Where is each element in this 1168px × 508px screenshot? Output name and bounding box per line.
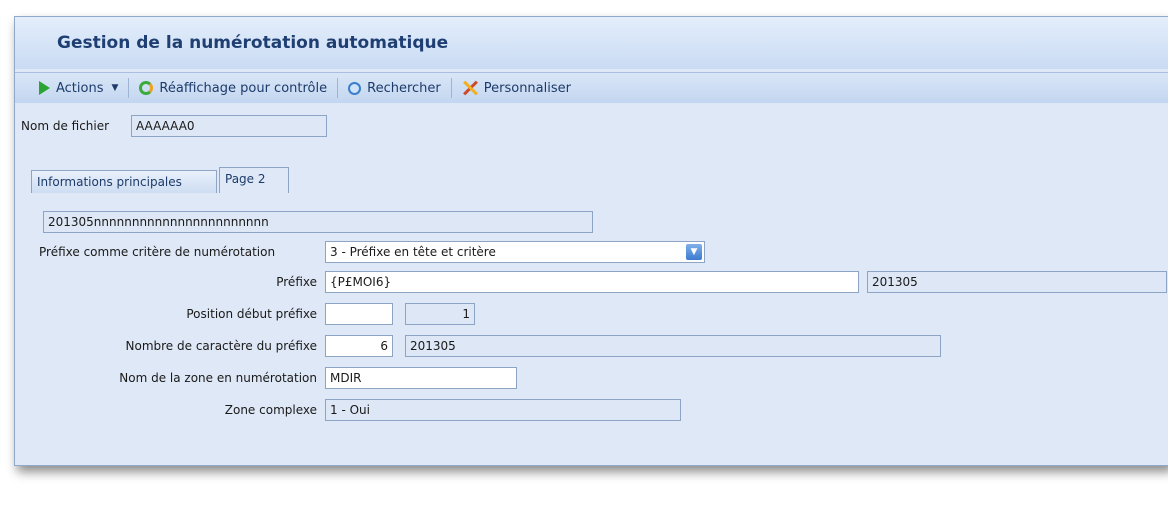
file-name-label: Nom de fichier: [21, 119, 110, 133]
app-window: Gestion de la numérotation automatique A…: [14, 16, 1168, 466]
customize-label: Personnaliser: [483, 80, 571, 96]
tools-icon: [462, 80, 478, 96]
tab-page-2[interactable]: Page 2: [219, 167, 289, 194]
actions-button[interactable]: Actions ▼: [33, 76, 124, 100]
zone-name-label: Nom de la zone en numérotation: [119, 371, 317, 385]
tab-strip: Informations principales Page 2: [31, 167, 1168, 194]
prefix-criterion-label: Préfixe comme critère de numérotation: [39, 245, 276, 259]
prefix-length-label: Nombre de caractère du préfixe: [125, 339, 317, 353]
tab-informations-principales[interactable]: Informations principales: [31, 170, 217, 194]
search-button[interactable]: Rechercher: [342, 76, 447, 100]
screenshot-frame: Gestion de la numérotation automatique A…: [0, 0, 1168, 508]
prefix-criterion-select[interactable]: 3 - Préfixe en tête et critère ▼: [325, 241, 705, 263]
complex-zone-field: 1 - Oui: [325, 399, 681, 421]
prefix-input[interactable]: {P£MOI6}: [325, 271, 859, 293]
toolbar-separator: [128, 78, 130, 98]
window-title: Gestion de la numérotation automatique: [57, 33, 449, 53]
prefix-computed-field: 201305: [867, 271, 1167, 293]
customize-button[interactable]: Personnaliser: [456, 76, 577, 100]
dropdown-arrow-icon[interactable]: ▼: [686, 244, 702, 260]
prefix-start-computed: 1: [405, 303, 475, 325]
search-label: Rechercher: [367, 80, 441, 96]
file-name-field[interactable]: AAAAAA0: [131, 115, 327, 137]
page-2-panel: 201305nnnnnnnnnnnnnnnnnnnnnnn Préfixe co…: [31, 193, 1168, 465]
prefix-criterion-value: 3 - Préfixe en tête et critère: [330, 245, 496, 259]
refresh-label: Réaffichage pour contrôle: [159, 80, 328, 96]
play-icon: [39, 81, 50, 95]
refresh-button[interactable]: Réaffichage pour contrôle: [133, 76, 333, 100]
prefix-length-input[interactable]: 6: [325, 335, 393, 357]
chevron-down-icon: ▼: [111, 83, 119, 93]
search-icon: [348, 81, 362, 95]
toolbar: Actions ▼ Réaffichage pour contrôle Rech…: [15, 72, 1168, 104]
content-area: Nom de fichier AAAAAA0 Informations prin…: [15, 103, 1168, 465]
prefix-label: Préfixe: [276, 275, 317, 289]
prefix-start-label: Position début préfixe: [186, 307, 317, 321]
prefix-length-computed: 201305: [405, 335, 941, 357]
refresh-icon: [139, 81, 154, 95]
complex-zone-label: Zone complexe: [224, 403, 317, 417]
toolbar-separator: [337, 78, 339, 98]
zone-name-input[interactable]: MDIR: [325, 367, 517, 389]
prefix-start-input[interactable]: [325, 303, 393, 325]
actions-label: Actions: [56, 80, 104, 96]
title-bar: Gestion de la numérotation automatique: [15, 17, 1168, 69]
toolbar-separator: [450, 78, 452, 98]
numbering-pattern-field: 201305nnnnnnnnnnnnnnnnnnnnnnn: [43, 211, 593, 233]
